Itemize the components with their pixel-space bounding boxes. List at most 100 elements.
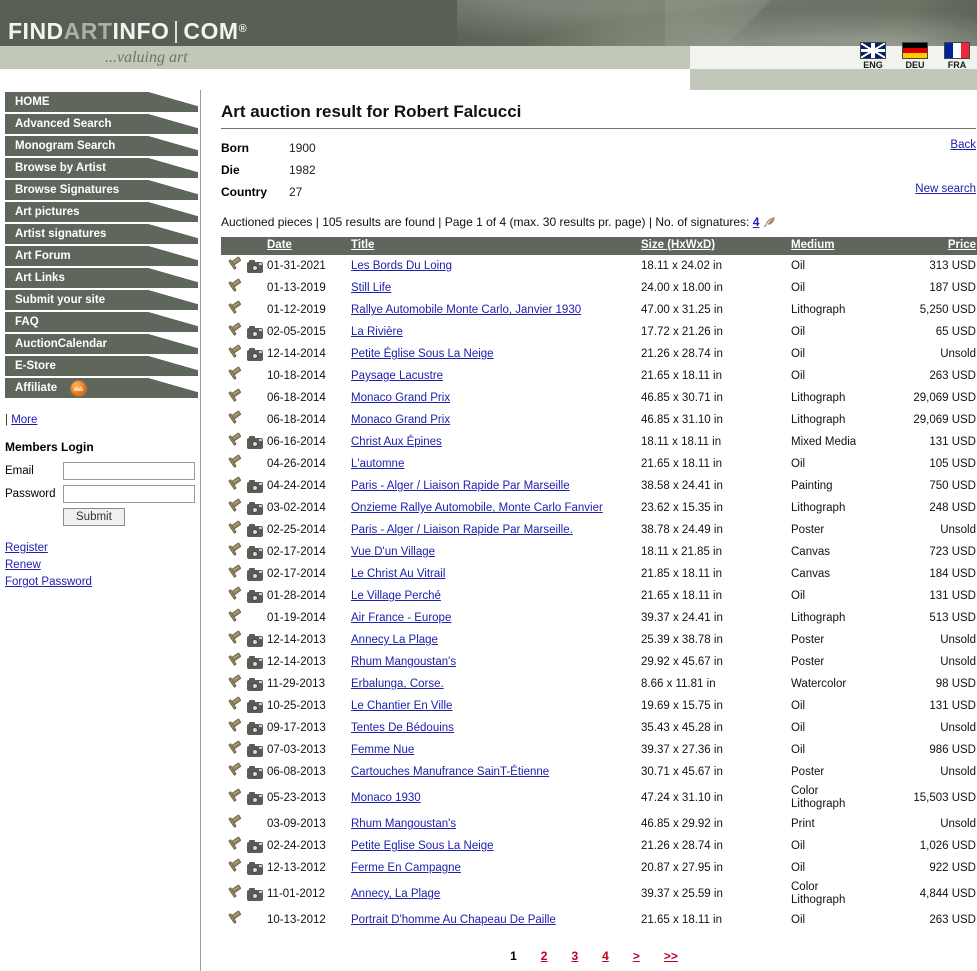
camera-icon[interactable] (247, 546, 263, 559)
gavel-icon[interactable] (225, 454, 242, 472)
sidebar-item-affiliate[interactable]: Affiliate (5, 378, 198, 398)
pagination-next[interactable]: > (633, 949, 640, 963)
sidebar-link-renew[interactable]: Renew (5, 557, 200, 574)
artwork-title-link[interactable]: Rallye Automobile Monte Carlo, Janvier 1… (351, 304, 581, 316)
gavel-icon[interactable] (225, 300, 242, 318)
sidebar-item-advanced-search[interactable]: Advanced Search (5, 114, 198, 134)
column-header-title[interactable]: Title (351, 237, 641, 255)
camera-icon[interactable] (247, 568, 263, 581)
artwork-title-link[interactable]: Christ Aux Épines (351, 436, 442, 448)
sidebar-item-faq[interactable]: FAQ (5, 312, 198, 332)
language-option-fra[interactable]: FRA (943, 42, 971, 70)
site-logo[interactable]: FINDARTINFO COM® (8, 18, 247, 45)
artwork-title-link[interactable]: Le Village Perché (351, 590, 441, 602)
gavel-icon[interactable] (225, 762, 242, 780)
artwork-title-link[interactable]: Rhum Mangoustan's (351, 818, 456, 830)
camera-icon[interactable] (247, 766, 263, 779)
gavel-icon[interactable] (225, 278, 242, 296)
artwork-title-link[interactable]: Rhum Mangoustan's (351, 656, 456, 668)
gavel-icon[interactable] (225, 542, 242, 560)
artwork-title-link[interactable]: Petite Eglise Sous La Neige (351, 840, 494, 852)
camera-icon[interactable] (247, 260, 263, 273)
artwork-title-link[interactable]: Le Christ Au Vitrail (351, 568, 445, 580)
signatures-count-link[interactable]: 4 (753, 215, 760, 229)
sidebar-item-browse-by-artist[interactable]: Browse by Artist (5, 158, 198, 178)
gavel-icon[interactable] (225, 322, 242, 340)
artwork-title-link[interactable]: Annecy La Plage (351, 634, 438, 646)
camera-icon[interactable] (247, 590, 263, 603)
artwork-title-link[interactable]: Tentes De Bédouins (351, 722, 454, 734)
gavel-icon[interactable] (225, 696, 242, 714)
artwork-title-link[interactable]: Erbalunga, Corse. (351, 678, 444, 690)
gavel-icon[interactable] (225, 520, 242, 538)
pagination-page-2[interactable]: 2 (541, 949, 548, 963)
artwork-title-link[interactable]: Ferme En Campagne (351, 862, 461, 874)
artwork-title-link[interactable]: Le Chantier En Ville (351, 700, 452, 712)
gavel-icon[interactable] (225, 740, 242, 758)
camera-icon[interactable] (247, 326, 263, 339)
sidebar-item-artist-signatures[interactable]: Artist signatures (5, 224, 198, 244)
sidebar-item-art-pictures[interactable]: Art pictures (5, 202, 198, 222)
language-option-deu[interactable]: DEU (901, 42, 929, 70)
artwork-title-link[interactable]: Still Life (351, 282, 391, 294)
sidebar-item-art-links[interactable]: Art Links (5, 268, 198, 288)
gavel-icon[interactable] (225, 674, 242, 692)
gavel-icon[interactable] (225, 608, 242, 626)
artwork-title-link[interactable]: Monaco Grand Prix (351, 392, 450, 404)
sidebar-item-e-store[interactable]: E-Store (5, 356, 198, 376)
pagination-page-4[interactable]: 4 (602, 949, 609, 963)
gavel-icon[interactable] (225, 788, 242, 806)
gavel-icon[interactable] (225, 814, 242, 832)
pagination-last[interactable]: >> (664, 949, 678, 963)
artwork-title-link[interactable]: La Rivière (351, 326, 403, 338)
gavel-icon[interactable] (225, 256, 242, 274)
pagination-page-3[interactable]: 3 (571, 949, 578, 963)
email-field[interactable] (63, 462, 195, 480)
camera-icon[interactable] (247, 524, 263, 537)
artwork-title-link[interactable]: Paysage Lacustre (351, 370, 443, 382)
sidebar-item-art-forum[interactable]: Art Forum (5, 246, 198, 266)
more-link[interactable]: More (11, 414, 37, 426)
artwork-title-link[interactable]: Portrait D'homme Au Chapeau De Paille (351, 914, 556, 926)
language-option-eng[interactable]: ENG (859, 42, 887, 70)
artwork-title-link[interactable]: Monaco 1930 (351, 792, 421, 804)
submit-button[interactable]: Submit (63, 508, 125, 526)
camera-icon[interactable] (247, 656, 263, 669)
gavel-icon[interactable] (225, 498, 242, 516)
gavel-icon[interactable] (225, 564, 242, 582)
sidebar-item-home[interactable]: HOME (5, 92, 198, 112)
gavel-icon[interactable] (225, 344, 242, 362)
sidebar-item-browse-signatures[interactable]: Browse Signatures (5, 180, 198, 200)
column-header-size[interactable]: Size (HxWxD) (641, 237, 791, 255)
gavel-icon[interactable] (225, 410, 242, 428)
artwork-title-link[interactable]: Annecy, La Plage (351, 888, 440, 900)
camera-icon[interactable] (247, 840, 263, 853)
quill-icon[interactable] (762, 216, 776, 228)
gavel-icon[interactable] (225, 476, 242, 494)
column-header-price[interactable]: Price (881, 237, 977, 255)
artwork-title-link[interactable]: Cartouches Manufrance SainT-Étienne (351, 766, 549, 778)
gavel-icon[interactable] (225, 652, 242, 670)
gavel-icon[interactable] (225, 836, 242, 854)
gavel-icon[interactable] (225, 432, 242, 450)
sidebar-item-submit-your-site[interactable]: Submit your site (5, 290, 198, 310)
artwork-title-link[interactable]: Paris - Alger / Liaison Rapide Par Marse… (351, 524, 573, 536)
camera-icon[interactable] (247, 888, 263, 901)
back-link[interactable]: Back (950, 139, 976, 151)
artwork-title-link[interactable]: Vue D'un Village (351, 546, 435, 558)
sidebar-item-auctioncalendar[interactable]: AuctionCalendar (5, 334, 198, 354)
artwork-title-link[interactable]: Monaco Grand Prix (351, 414, 450, 426)
gavel-icon[interactable] (225, 630, 242, 648)
artwork-title-link[interactable]: Paris - Alger / Liaison Rapide Par Marse… (351, 480, 570, 492)
gavel-icon[interactable] (225, 718, 242, 736)
gavel-icon[interactable] (225, 910, 242, 928)
artwork-title-link[interactable]: Petite Église Sous La Neige (351, 348, 494, 360)
artwork-title-link[interactable]: Femme Nue (351, 744, 414, 756)
artwork-title-link[interactable]: Onzieme Rallye Automobile, Monte Carlo F… (351, 502, 603, 514)
camera-icon[interactable] (247, 678, 263, 691)
artwork-title-link[interactable]: Air France - Europe (351, 612, 451, 624)
camera-icon[interactable] (247, 744, 263, 757)
new-search-link[interactable]: New search (915, 183, 976, 195)
camera-icon[interactable] (247, 634, 263, 647)
artwork-title-link[interactable]: Les Bords Du Loing (351, 260, 452, 272)
